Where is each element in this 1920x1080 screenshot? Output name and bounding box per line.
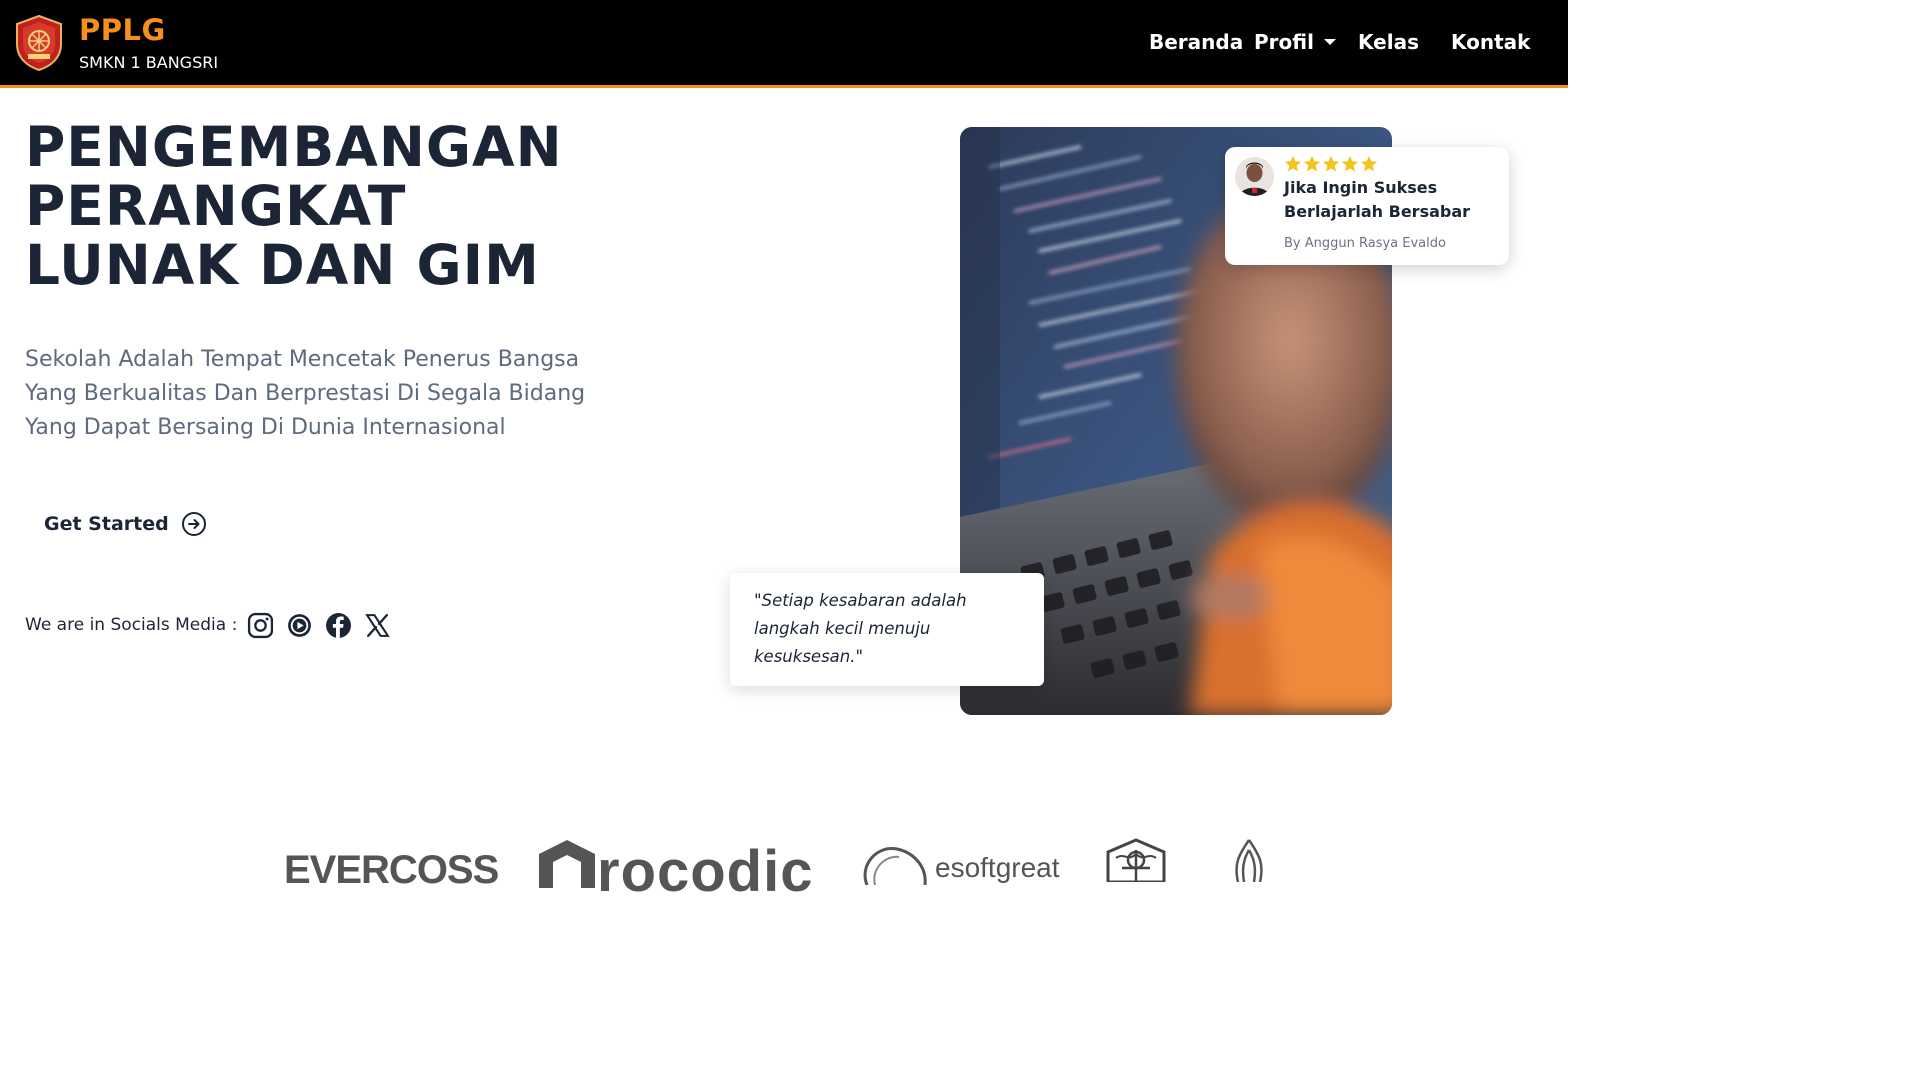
flame-emblem-icon: [1235, 839, 1263, 882]
crocodic-c-logo-icon: [539, 840, 595, 888]
star-icon: [1303, 155, 1321, 172]
rating-stars: [1284, 155, 1378, 173]
review-author: By Anggun Rasya Evaldo: [1284, 236, 1446, 251]
review-text-line: Jika Ingin Sukses: [1284, 178, 1438, 197]
hero-description-line: Sekolah Adalah Tempat Mencetak Penerus B…: [25, 347, 580, 372]
partner-logo-evercoss: EVERCOSS: [284, 848, 499, 892]
nav-profil-dropdown[interactable]: Profil: [1254, 30, 1336, 54]
star-icon: [1284, 155, 1302, 172]
review-text-line: Berlajarlah Bersabar: [1284, 202, 1471, 221]
star-icon: [1360, 155, 1378, 172]
socials-label: We are in Socials Media :: [25, 615, 238, 635]
nav-kontak[interactable]: Kontak: [1451, 30, 1530, 54]
navbar: PPLG SMKN 1 BANGSRI Beranda Profil Kelas…: [0, 0, 1568, 88]
hero-description-line: Yang Dapat Bersaing Di Dunia Internasion…: [25, 415, 506, 440]
quote-line: "Setiap kesabaran adalah: [754, 591, 967, 610]
partner-logo-crocodic: rocodic: [597, 839, 814, 904]
hero-description: Sekolah Adalah Tempat Mencetak Penerus B…: [25, 343, 625, 445]
nav-kelas[interactable]: Kelas: [1358, 30, 1419, 54]
star-icon: [1341, 155, 1359, 172]
nav-beranda[interactable]: Beranda: [1149, 30, 1243, 54]
hero-description-line: Yang Berkualitas Dan Berprestasi Di Sega…: [25, 381, 586, 406]
play-circle-icon[interactable]: [286, 612, 313, 639]
arrow-right-circle-icon: [181, 512, 206, 536]
review-text: Jika Ingin Sukses Berlajarlah Bersabar: [1284, 176, 1494, 224]
brand-title[interactable]: PPLG: [79, 13, 166, 47]
quote-text: "Setiap kesabaran adalah langkah kecil m…: [754, 587, 1024, 671]
instagram-icon[interactable]: [247, 612, 274, 639]
hero-title-line: PENGEMBANGAN: [25, 115, 563, 179]
caret-down-icon: [1323, 39, 1336, 45]
partner-logo-esoftgreat: esoftgreat: [935, 852, 1060, 883]
hero-title-line: PERANGKAT: [25, 174, 407, 238]
avatar: [1235, 157, 1274, 196]
quote-card: "Setiap kesabaran adalah langkah kecil m…: [730, 573, 1044, 686]
get-started-button[interactable]: Get Started: [44, 508, 207, 540]
star-icon: [1322, 155, 1340, 172]
hero-title: PENGEMBANGAN PERANGKAT LUNAK DAN GIM: [25, 118, 625, 295]
x-icon[interactable]: [364, 612, 391, 639]
nav-profil-label: Profil: [1254, 30, 1314, 54]
get-started-label: Get Started: [44, 513, 169, 535]
esoftgreat-swoosh-icon: [863, 847, 927, 885]
quote-line: kesuksesan.": [754, 647, 864, 666]
socials-row: We are in Socials Media :: [25, 608, 403, 642]
school-logo-icon[interactable]: [14, 14, 64, 72]
government-emblem-icon: [1106, 838, 1166, 882]
review-card: Jika Ingin Sukses Berlajarlah Bersabar B…: [1225, 147, 1509, 265]
facebook-icon[interactable]: [325, 612, 352, 639]
quote-line: langkah kecil menuju: [754, 619, 931, 638]
brand-subtitle: SMKN 1 BANGSRI: [79, 53, 219, 72]
hero-title-line: LUNAK DAN GIM: [25, 233, 540, 297]
